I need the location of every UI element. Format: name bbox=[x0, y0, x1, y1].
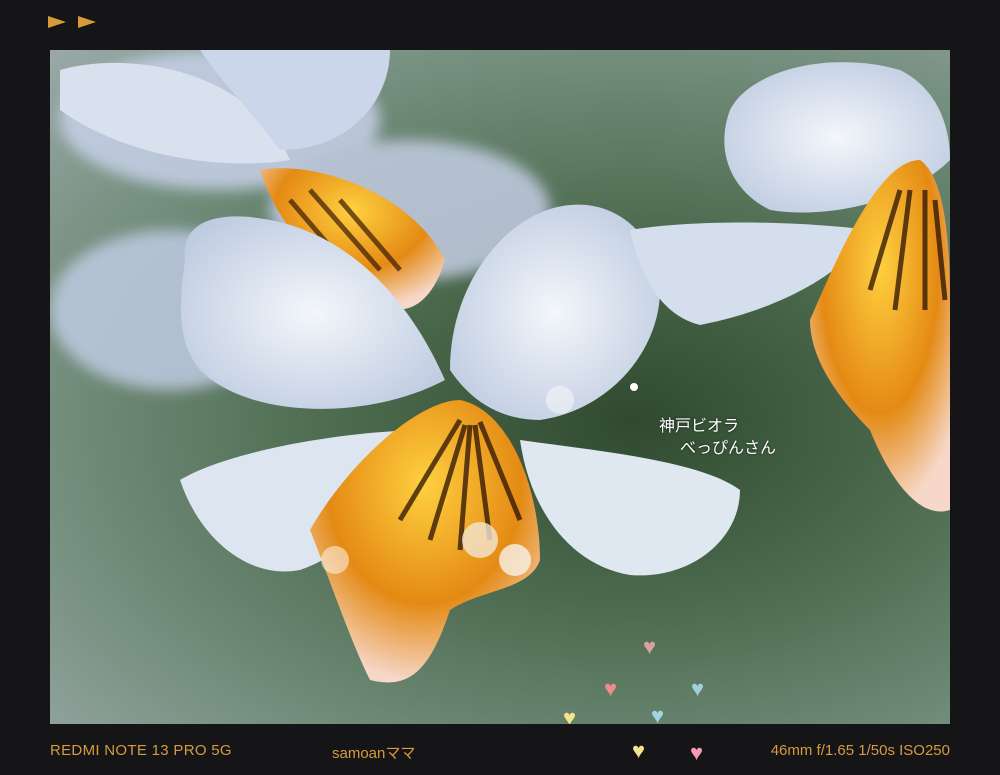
caption-line-1: 神戸ビオラ bbox=[659, 418, 740, 435]
photographer-name: samoanママ bbox=[332, 745, 416, 762]
caption-pointer-dot bbox=[630, 383, 638, 391]
photo-info-footer: REDMI NOTE 13 PRO 5G samoanママ 46mm f/1.6… bbox=[0, 730, 1000, 775]
exif-info: 46mm f/1.65 1/50s ISO250 bbox=[770, 742, 950, 759]
photo-frame: 神戸ビオラ べっぴんさん ♥ ♥ ♥ ♥ ♥ ♥ ♥ REDMI NOTE 13… bbox=[0, 0, 1000, 775]
heart-icon: ♥ bbox=[651, 703, 665, 725]
play-marker-icon bbox=[78, 16, 96, 28]
heart-icon: ♥ bbox=[643, 634, 657, 659]
viola-flowers-illustration bbox=[50, 50, 950, 683]
play-marker-icon bbox=[48, 16, 66, 28]
heart-icon: ♥ bbox=[604, 676, 618, 701]
flower-photo: 神戸ビオラ べっぴんさん ♥ ♥ ♥ ♥ ♥ bbox=[50, 50, 950, 724]
top-marks bbox=[48, 16, 96, 28]
camera-model: REDMI NOTE 13 PRO 5G bbox=[50, 742, 232, 759]
heart-icon: ♥ bbox=[691, 676, 705, 701]
caption-line-2: べっぴんさん bbox=[680, 440, 777, 457]
right-flower bbox=[630, 62, 950, 512]
heart-icon: ♥ bbox=[563, 705, 577, 725]
